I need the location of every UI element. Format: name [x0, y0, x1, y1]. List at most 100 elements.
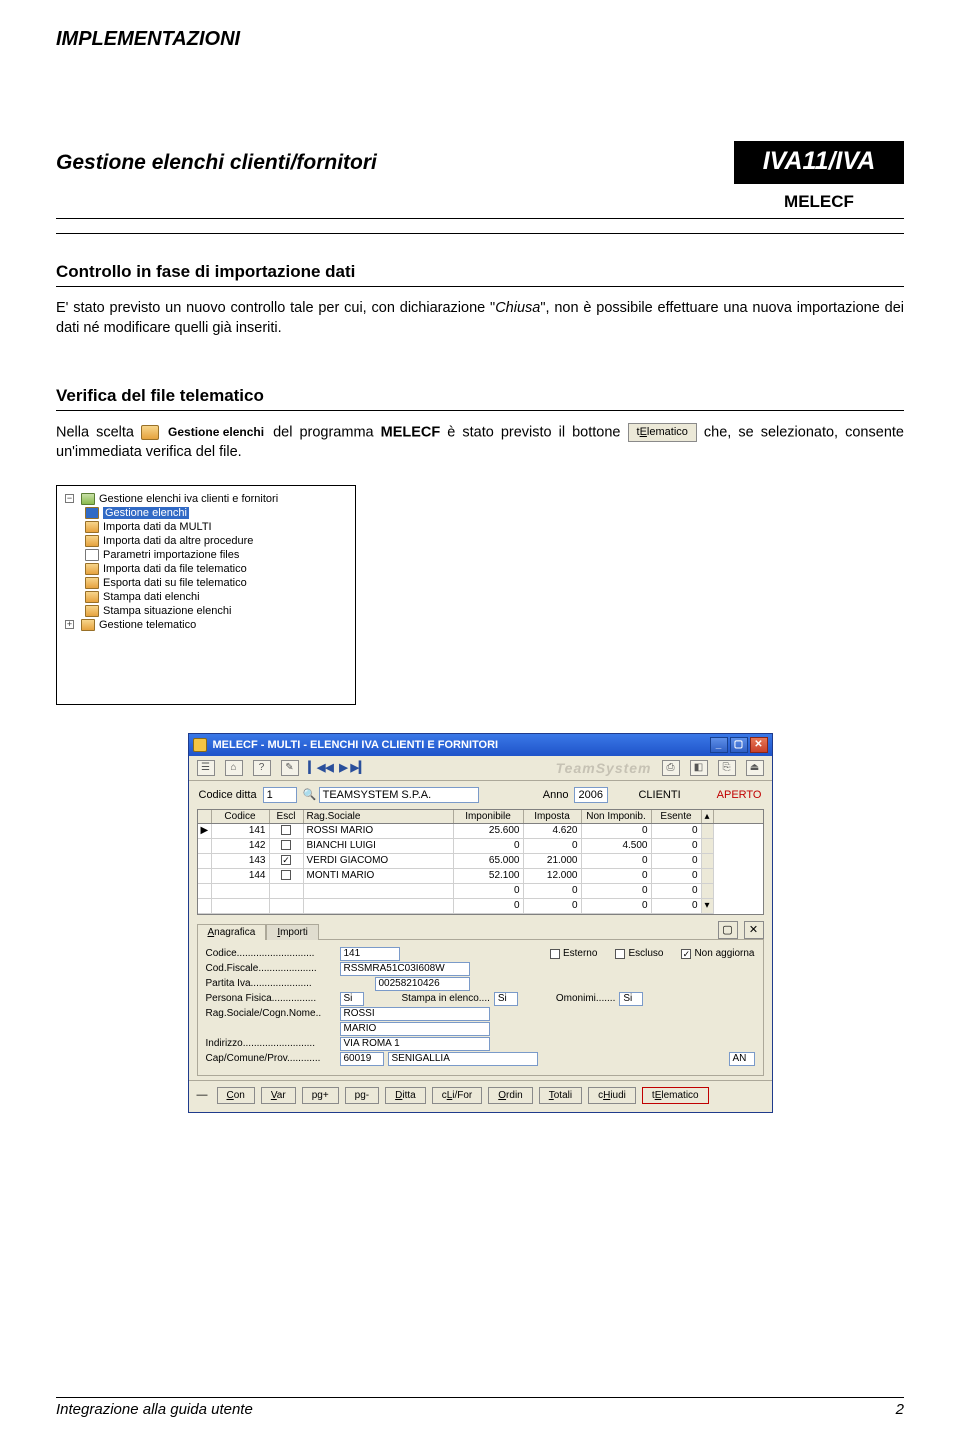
tree-item[interactable]: Stampa dati elenchi	[61, 590, 351, 604]
folder-icon	[85, 577, 99, 589]
data-grid[interactable]: Codice Escl Rag.Sociale Imponibile Impos…	[197, 809, 764, 915]
text: E' stato previsto un nuovo controllo tal…	[56, 300, 495, 316]
bottom-button[interactable]: cLi/For	[432, 1087, 483, 1104]
detail-panel: Codice............................ 141 E…	[197, 939, 764, 1076]
separator: —	[197, 1089, 211, 1101]
comune-field[interactable]: SENIGALLIA	[388, 1052, 538, 1066]
tree-root[interactable]: − Gestione elenchi iva clienti e fornito…	[61, 492, 351, 506]
bottom-button[interactable]: pg-	[345, 1087, 379, 1104]
tree-root-label: Gestione elenchi iva clienti e fornitori	[99, 493, 278, 505]
close-button[interactable]: ✕	[750, 737, 768, 753]
detail-new-button[interactable]: ▢	[718, 921, 738, 939]
tree-item[interactable]: Esporta dati su file telematico	[61, 576, 351, 590]
aperto-status: APERTO	[717, 789, 762, 801]
ditta-name: TEAMSYSTEM S.P.A.	[319, 787, 479, 803]
table-row[interactable]: ▶141ROSSI MARIO25.6004.62000	[198, 824, 763, 839]
tab-anagrafica[interactable]: Anagrafica	[197, 924, 267, 940]
tree-item[interactable]: Importa dati da file telematico	[61, 562, 351, 576]
table-row[interactable]: 0000▾	[198, 899, 763, 914]
omonimi-field[interactable]: Si	[619, 992, 643, 1006]
table-row[interactable]: 0000	[198, 884, 763, 899]
pf-field[interactable]: Si	[340, 992, 364, 1006]
cap-field[interactable]: 60019	[340, 1052, 384, 1066]
text-italic: Chiusa	[495, 300, 540, 316]
category-badge: IVA11/IVA	[734, 141, 904, 184]
app-window: MELECF - MULTI - ELENCHI IVA CLIENTI E F…	[188, 733, 773, 1113]
telematico-button[interactable]: tElematico	[642, 1087, 709, 1104]
folder-icon	[81, 493, 95, 505]
label: Partita Iva......................	[206, 978, 336, 989]
tree-item-label: Gestione telematico	[99, 619, 196, 631]
nav-buttons[interactable]: ▎◀◀▶▶▎	[309, 761, 365, 774]
piva-field[interactable]: 00258210426	[375, 977, 470, 991]
section-subtitle: Gestione elenchi clienti/fornitori	[56, 151, 377, 175]
expand-icon[interactable]: +	[65, 620, 74, 629]
grid-header: Codice Escl Rag.Sociale Imponibile Impos…	[198, 810, 763, 824]
titlebar: MELECF - MULTI - ELENCHI IVA CLIENTI E F…	[189, 734, 772, 756]
toolbar-icon[interactable]: ⌂	[225, 760, 243, 776]
label: Indirizzo..........................	[206, 1038, 336, 1049]
toolbar-icon[interactable]: ☰	[197, 760, 215, 776]
folder-icon	[85, 521, 99, 533]
toolbar-icon[interactable]: ◧	[690, 760, 708, 776]
bottom-button[interactable]: Totali	[539, 1087, 582, 1104]
bottom-button[interactable]: Var	[261, 1087, 296, 1104]
tree-item[interactable]: Importa dati da altre procedure	[61, 534, 351, 548]
body-paragraph: E' stato previsto un nuovo controllo tal…	[56, 299, 904, 338]
anno-input[interactable]: 2006	[574, 787, 608, 803]
app-icon	[193, 738, 207, 752]
maximize-button[interactable]: ▢	[730, 737, 748, 753]
codice-ditta-input[interactable]: 1	[263, 787, 297, 803]
stampa-field[interactable]: Si	[494, 992, 518, 1006]
program-name: MELECF	[381, 424, 441, 440]
label: Rag.Sociale/Cogn.Nome..	[206, 1008, 336, 1019]
minimize-button[interactable]: _	[710, 737, 728, 753]
bottom-button[interactable]: cHiudi	[588, 1087, 636, 1104]
tree-item[interactable]: Parametri importazione files	[61, 548, 351, 562]
toolbar-icon[interactable]: ⎘	[718, 760, 736, 776]
indirizzo-field[interactable]: VIA ROMA 1	[340, 1037, 490, 1051]
ragsociale-field[interactable]: ROSSI	[340, 1007, 490, 1021]
body-paragraph: Nella scelta Gestione elenchi del progra…	[56, 423, 904, 462]
collapse-icon[interactable]: −	[65, 494, 74, 503]
divider	[56, 218, 904, 219]
esterno-checkbox[interactable]: Esterno	[550, 948, 597, 959]
bottom-button[interactable]: Ordin	[488, 1087, 532, 1104]
section-title: Controllo in fase di importazione dati	[56, 262, 904, 287]
tab-importi[interactable]: Importi	[266, 924, 319, 940]
toolbar-icon[interactable]: ⎙	[662, 760, 680, 776]
escluso-checkbox[interactable]: Escluso	[615, 948, 663, 959]
tree-item-label: Importa dati da altre procedure	[103, 535, 253, 547]
table-row[interactable]: 144MONTI MARIO52.10012.00000	[198, 869, 763, 884]
nonaggiorna-checkbox[interactable]: ✓Non aggiorna	[681, 948, 754, 959]
codice-field[interactable]: 141	[340, 947, 400, 961]
folder-icon	[85, 563, 99, 575]
bottom-button[interactable]: Ditta	[385, 1087, 426, 1104]
toolbar-icon[interactable]: ✎	[281, 760, 299, 776]
detail-close-button[interactable]: ✕	[744, 921, 764, 939]
bottom-button-bar: — Con Var pg+ pg- Ditta cLi/For Ordin Totali cHi…	[189, 1080, 772, 1112]
tree-item[interactable]: Stampa situazione elenchi	[61, 604, 351, 618]
table-row[interactable]: 143✓VERDI GIACOMO65.00021.00000	[198, 854, 763, 869]
folder-icon	[85, 605, 99, 617]
text: è stato previsto il bottone	[447, 424, 627, 440]
program-code: MELECF	[734, 192, 904, 212]
prov-field[interactable]: AN	[729, 1052, 755, 1066]
toolbar-icon[interactable]: ⏏	[746, 760, 764, 776]
codfiscale-field[interactable]: RSSMRA51C03I608W	[340, 962, 470, 976]
tree-item[interactable]: Importa dati da MULTI	[61, 520, 351, 534]
toolbar-icon[interactable]: ?	[253, 760, 271, 776]
table-row[interactable]: 142BIANCHI LUIGI004.5000	[198, 839, 763, 854]
section-title: Verifica del file telematico	[56, 386, 904, 411]
label: Stampa in elenco....	[402, 993, 490, 1004]
label: Anno	[543, 789, 569, 801]
search-icon[interactable]: 🔍	[303, 788, 313, 801]
footer-left: Integrazione alla guida utente	[56, 1401, 253, 1418]
tree-item-gestione-elenchi[interactable]: Gestione elenchi	[61, 506, 351, 520]
folder-icon	[85, 507, 99, 519]
bottom-button[interactable]: pg+	[302, 1087, 339, 1104]
nome-field[interactable]: MARIO	[340, 1022, 490, 1036]
bottom-button[interactable]: Con	[217, 1087, 255, 1104]
tree-item[interactable]: + Gestione telematico	[61, 618, 351, 632]
label: Codice ditta	[199, 789, 257, 801]
